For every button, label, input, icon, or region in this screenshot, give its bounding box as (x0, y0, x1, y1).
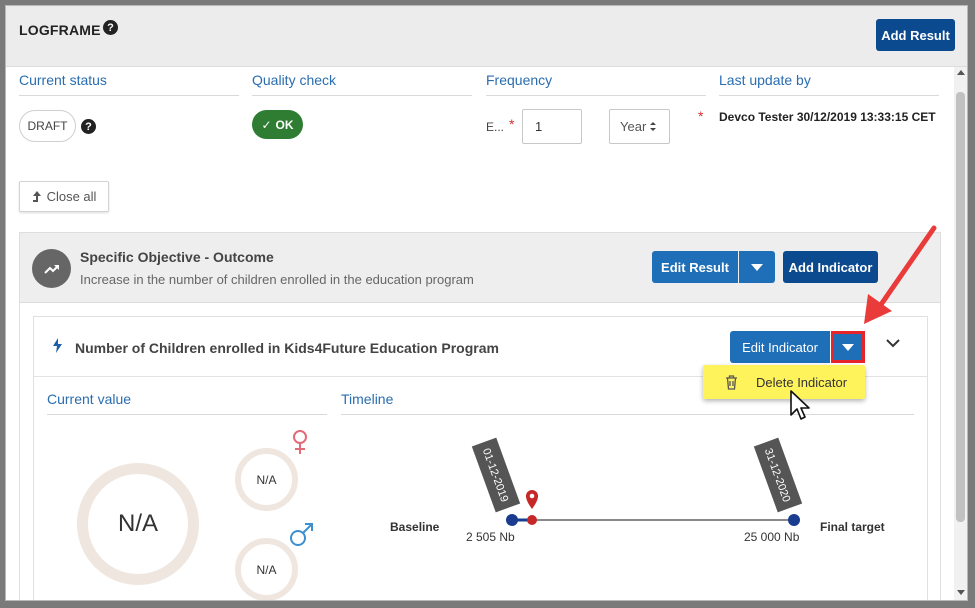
result-description: Increase in the number of children enrol… (80, 272, 474, 287)
male-icon (290, 523, 313, 546)
final-target-value: 25 000 Nb (744, 530, 800, 544)
help-icon[interactable]: ? (103, 20, 118, 35)
location-pin-icon (526, 490, 538, 509)
final-target-label: Final target (820, 520, 885, 534)
caret-down-icon (842, 343, 854, 351)
end-date-tag: 31-12-2020 (753, 437, 803, 513)
edit-indicator-button[interactable]: Edit Indicator (730, 331, 830, 363)
quality-ok-label: OK (275, 117, 294, 132)
app-window: LOGFRAME ? Add Result Current status Qua… (5, 5, 968, 601)
last-update-value: Devco Tester 30/12/2019 13:33:15 CET (719, 110, 936, 124)
annotation-arrow-icon (864, 225, 937, 324)
timeline-graphic: 01-12-2019 31-12-2020 (471, 437, 803, 526)
mouse-cursor-icon (790, 390, 810, 420)
required-asterisk: * (509, 116, 515, 132)
current-value-heading: Current value (47, 391, 327, 415)
baseline-label: Baseline (390, 520, 440, 534)
close-all-button[interactable]: Close all (19, 181, 109, 212)
female-icon (293, 430, 307, 454)
frequency-field-label: E... (486, 120, 505, 134)
page-header: LOGFRAME ? Add Result (6, 6, 967, 67)
final-target-point (788, 514, 800, 526)
quality-ok-badge: ✓ OK (252, 110, 303, 139)
close-all-label: Close all (46, 189, 97, 204)
status-badge: DRAFT (19, 110, 76, 142)
quality-check-heading: Quality check (252, 72, 472, 96)
edit-result-dropdown-toggle[interactable] (739, 251, 775, 283)
arrow-up-icon (32, 191, 41, 202)
page-title: LOGFRAME (19, 22, 101, 38)
male-value-ring: N/A (235, 538, 298, 600)
delete-indicator-label: Delete Indicator (756, 374, 848, 390)
current-point (527, 515, 537, 525)
scrollbar-thumb[interactable] (956, 92, 965, 522)
trending-up-icon (32, 249, 71, 288)
caret-down-icon (751, 263, 763, 271)
scroll-up-icon[interactable] (957, 70, 965, 75)
status-help-icon[interactable]: ? (81, 119, 96, 134)
frequency-unit-value: Year (620, 119, 647, 134)
start-date-tag: 01-12-2019 (471, 437, 521, 513)
edit-result-button[interactable]: Edit Result (652, 251, 738, 283)
scroll-down-icon[interactable] (957, 590, 965, 595)
select-sort-icon (650, 122, 657, 131)
bolt-icon (53, 338, 62, 353)
baseline-point (506, 514, 518, 526)
current-status-heading: Current status (19, 72, 239, 96)
trash-icon (726, 374, 737, 390)
indicator-title: Number of Children enrolled in Kids4Futu… (75, 340, 499, 356)
add-result-button[interactable]: Add Result (876, 19, 955, 51)
delete-indicator-menu-item[interactable]: Delete Indicator (703, 365, 865, 399)
frequency-unit-select[interactable]: Year (609, 109, 670, 144)
current-value-ring: N/A (77, 463, 199, 585)
chevron-down-icon[interactable] (886, 339, 900, 348)
result-title: Specific Objective - Outcome (80, 249, 274, 265)
frequency-heading: Frequency (486, 72, 706, 96)
last-update-heading: Last update by (719, 72, 939, 96)
required-asterisk: * (698, 108, 704, 124)
baseline-value: 2 505 Nb (466, 530, 515, 544)
check-icon: ✓ (261, 117, 272, 132)
indicator-dropdown-toggle[interactable] (831, 331, 865, 363)
indicator-card: Number of Children enrolled in Kids4Futu… (33, 316, 928, 600)
female-value-ring: N/A (235, 448, 298, 511)
result-header: Specific Objective - Outcome Increase in… (20, 233, 940, 303)
frequency-number-input[interactable]: 1 (522, 109, 582, 144)
